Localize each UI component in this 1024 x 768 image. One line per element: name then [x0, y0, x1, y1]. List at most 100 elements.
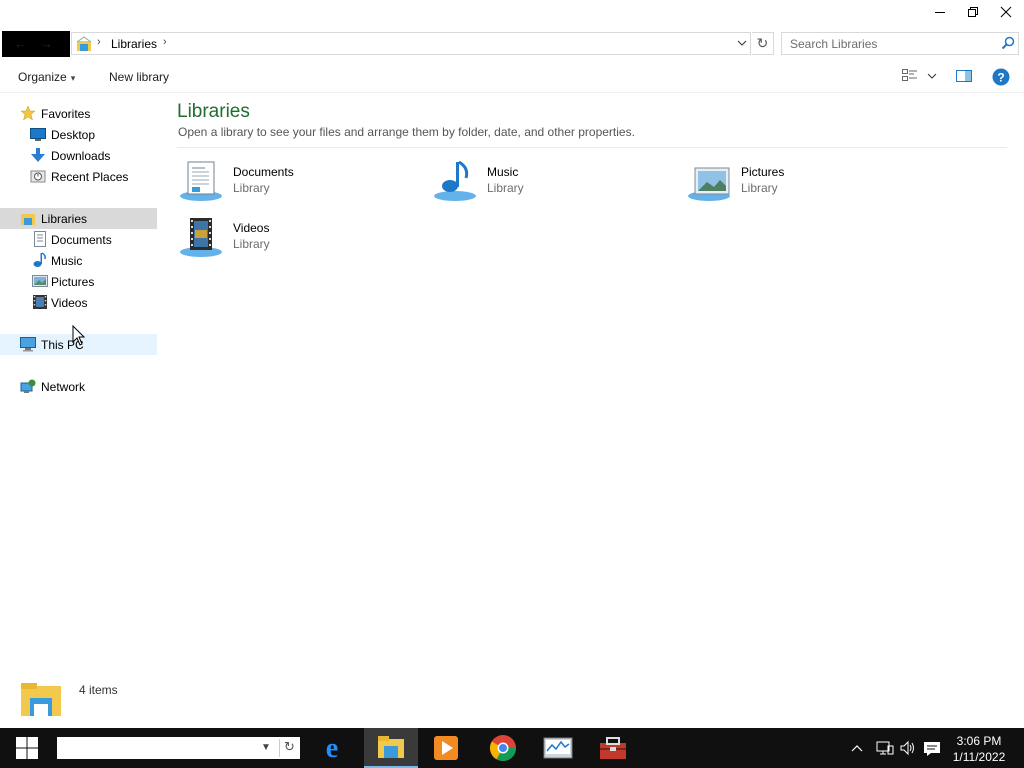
taskbar-search-input[interactable] — [57, 737, 257, 759]
library-type: Library — [233, 181, 270, 195]
close-icon — [1000, 6, 1012, 18]
tray-notifications-button[interactable] — [922, 728, 942, 768]
nav-label: Recent Places — [51, 170, 129, 184]
taskbar-app-chrome[interactable] — [476, 728, 530, 768]
nav-item-network[interactable]: Network — [0, 376, 157, 397]
mouse-cursor-icon — [72, 324, 86, 350]
chevron-down-icon: ▾ — [70, 73, 76, 83]
command-bar: Organize ▾ New library ? — [0, 62, 1024, 93]
restore-button[interactable] — [956, 0, 990, 24]
library-type: Library — [233, 237, 270, 251]
library-tile-pictures[interactable]: Pictures Library — [687, 160, 927, 208]
nav-label: Libraries — [41, 212, 88, 226]
clock-time: 3:06 PM — [956, 734, 1002, 748]
title-bar — [0, 0, 1024, 28]
help-button[interactable]: ? — [992, 68, 1010, 89]
chevron-down-icon[interactable] — [736, 36, 748, 53]
close-button[interactable] — [989, 0, 1023, 24]
tray-network-button[interactable] — [875, 728, 895, 768]
nav-label: Music — [51, 254, 83, 268]
library-tile-music[interactable]: Music Library — [433, 160, 673, 208]
minimize-button[interactable] — [923, 0, 957, 24]
pictures-icon — [687, 160, 735, 202]
page-subtitle: Open a library to see your files and arr… — [178, 125, 635, 139]
search-input[interactable] — [782, 33, 997, 54]
preview-pane-icon — [956, 70, 972, 82]
nav-item-documents[interactable]: Documents — [0, 229, 157, 250]
breadcrumb-libraries[interactable]: Libraries — [111, 37, 157, 51]
film-icon — [32, 294, 48, 310]
content-area: Libraries Open a library to see your fil… — [158, 94, 1024, 672]
film-icon — [179, 216, 227, 258]
search-box[interactable] — [781, 32, 1019, 55]
change-view-button[interactable] — [902, 69, 918, 86]
nav-label: Documents — [51, 233, 112, 247]
chrome-icon — [489, 735, 517, 762]
forward-arrow-icon[interactable]: → — [40, 36, 53, 51]
nav-item-recent-places[interactable]: Recent Places — [0, 166, 157, 187]
address-bar[interactable]: › Libraries › — [71, 32, 751, 55]
organize-button[interactable]: Organize ▾ — [18, 70, 75, 84]
start-button[interactable] — [0, 728, 54, 768]
help-icon: ? — [992, 68, 1010, 86]
nav-label: Network — [41, 380, 86, 394]
breadcrumb-separator[interactable]: › — [163, 36, 167, 48]
tray-overflow-button[interactable] — [848, 728, 866, 768]
clock[interactable]: 3:06 PM 1/11/2022 — [944, 733, 1014, 765]
library-tile-videos[interactable]: Videos Library — [179, 216, 419, 264]
breadcrumb-separator[interactable]: › — [97, 36, 101, 48]
network-icon — [20, 378, 36, 394]
star-icon — [20, 105, 36, 121]
music-note-icon — [433, 160, 481, 202]
pictures-icon — [32, 273, 48, 289]
performance-monitor-icon — [543, 737, 573, 759]
new-library-button[interactable]: New library — [109, 70, 169, 84]
nav-item-libraries[interactable]: Libraries — [0, 208, 157, 229]
nav-item-music[interactable]: Music — [0, 250, 157, 271]
nav-item-downloads[interactable]: Downloads — [0, 145, 157, 166]
taskbar-app-toolbox[interactable] — [586, 728, 640, 768]
action-center-icon — [924, 742, 940, 756]
view-options-icon — [902, 69, 917, 81]
refresh-icon[interactable]: ↻ — [279, 739, 299, 757]
back-arrow-icon[interactable]: ← — [14, 36, 27, 51]
download-arrow-icon — [30, 147, 46, 163]
minimize-icon — [935, 12, 945, 13]
chevron-down-icon — [927, 73, 937, 79]
taskbar-app-media-player[interactable] — [419, 728, 473, 768]
taskbar: ▼ ↻ e 3:06 PM 1/11/2022 — [0, 728, 1024, 768]
taskbar-app-file-explorer[interactable] — [364, 728, 418, 768]
tray-volume-button[interactable] — [898, 728, 918, 768]
music-note-icon — [32, 252, 48, 268]
chevron-up-icon — [851, 745, 863, 752]
chevron-down-icon[interactable]: ▼ — [261, 742, 271, 753]
preview-pane-button[interactable] — [956, 69, 972, 86]
search-icon[interactable] — [1001, 36, 1015, 53]
nav-item-favorites[interactable]: Favorites — [0, 103, 157, 124]
taskbar-search-box[interactable]: ▼ ↻ — [57, 737, 300, 759]
taskbar-app-edge[interactable]: e — [305, 728, 359, 768]
libraries-icon — [76, 36, 92, 55]
windows-logo-icon — [16, 737, 38, 759]
edge-icon: e — [326, 734, 338, 762]
taskbar-app-performance-monitor[interactable] — [531, 728, 585, 768]
library-tile-documents[interactable]: Documents Library — [179, 160, 419, 208]
nav-item-videos[interactable]: Videos — [0, 292, 157, 313]
toolbox-icon — [600, 737, 626, 759]
documents-icon — [179, 160, 227, 202]
navigation-pane: Favorites Desktop Downloads Recent Place… — [0, 94, 158, 672]
item-count: 4 items — [79, 683, 118, 697]
library-name: Videos — [233, 221, 270, 235]
nav-label: Downloads — [51, 149, 111, 163]
view-more-dropdown[interactable] — [927, 70, 937, 84]
refresh-button[interactable]: ↻ — [752, 32, 774, 55]
organize-label: Organize — [18, 70, 67, 84]
page-title: Libraries — [177, 101, 250, 122]
divider — [177, 147, 1007, 148]
navigation-buttons: ← → — [2, 31, 70, 57]
nav-item-desktop[interactable]: Desktop — [0, 124, 157, 145]
nav-item-pictures[interactable]: Pictures — [0, 271, 157, 292]
network-tray-icon — [876, 741, 894, 755]
restore-icon — [968, 7, 978, 17]
nav-label: Pictures — [51, 275, 95, 289]
